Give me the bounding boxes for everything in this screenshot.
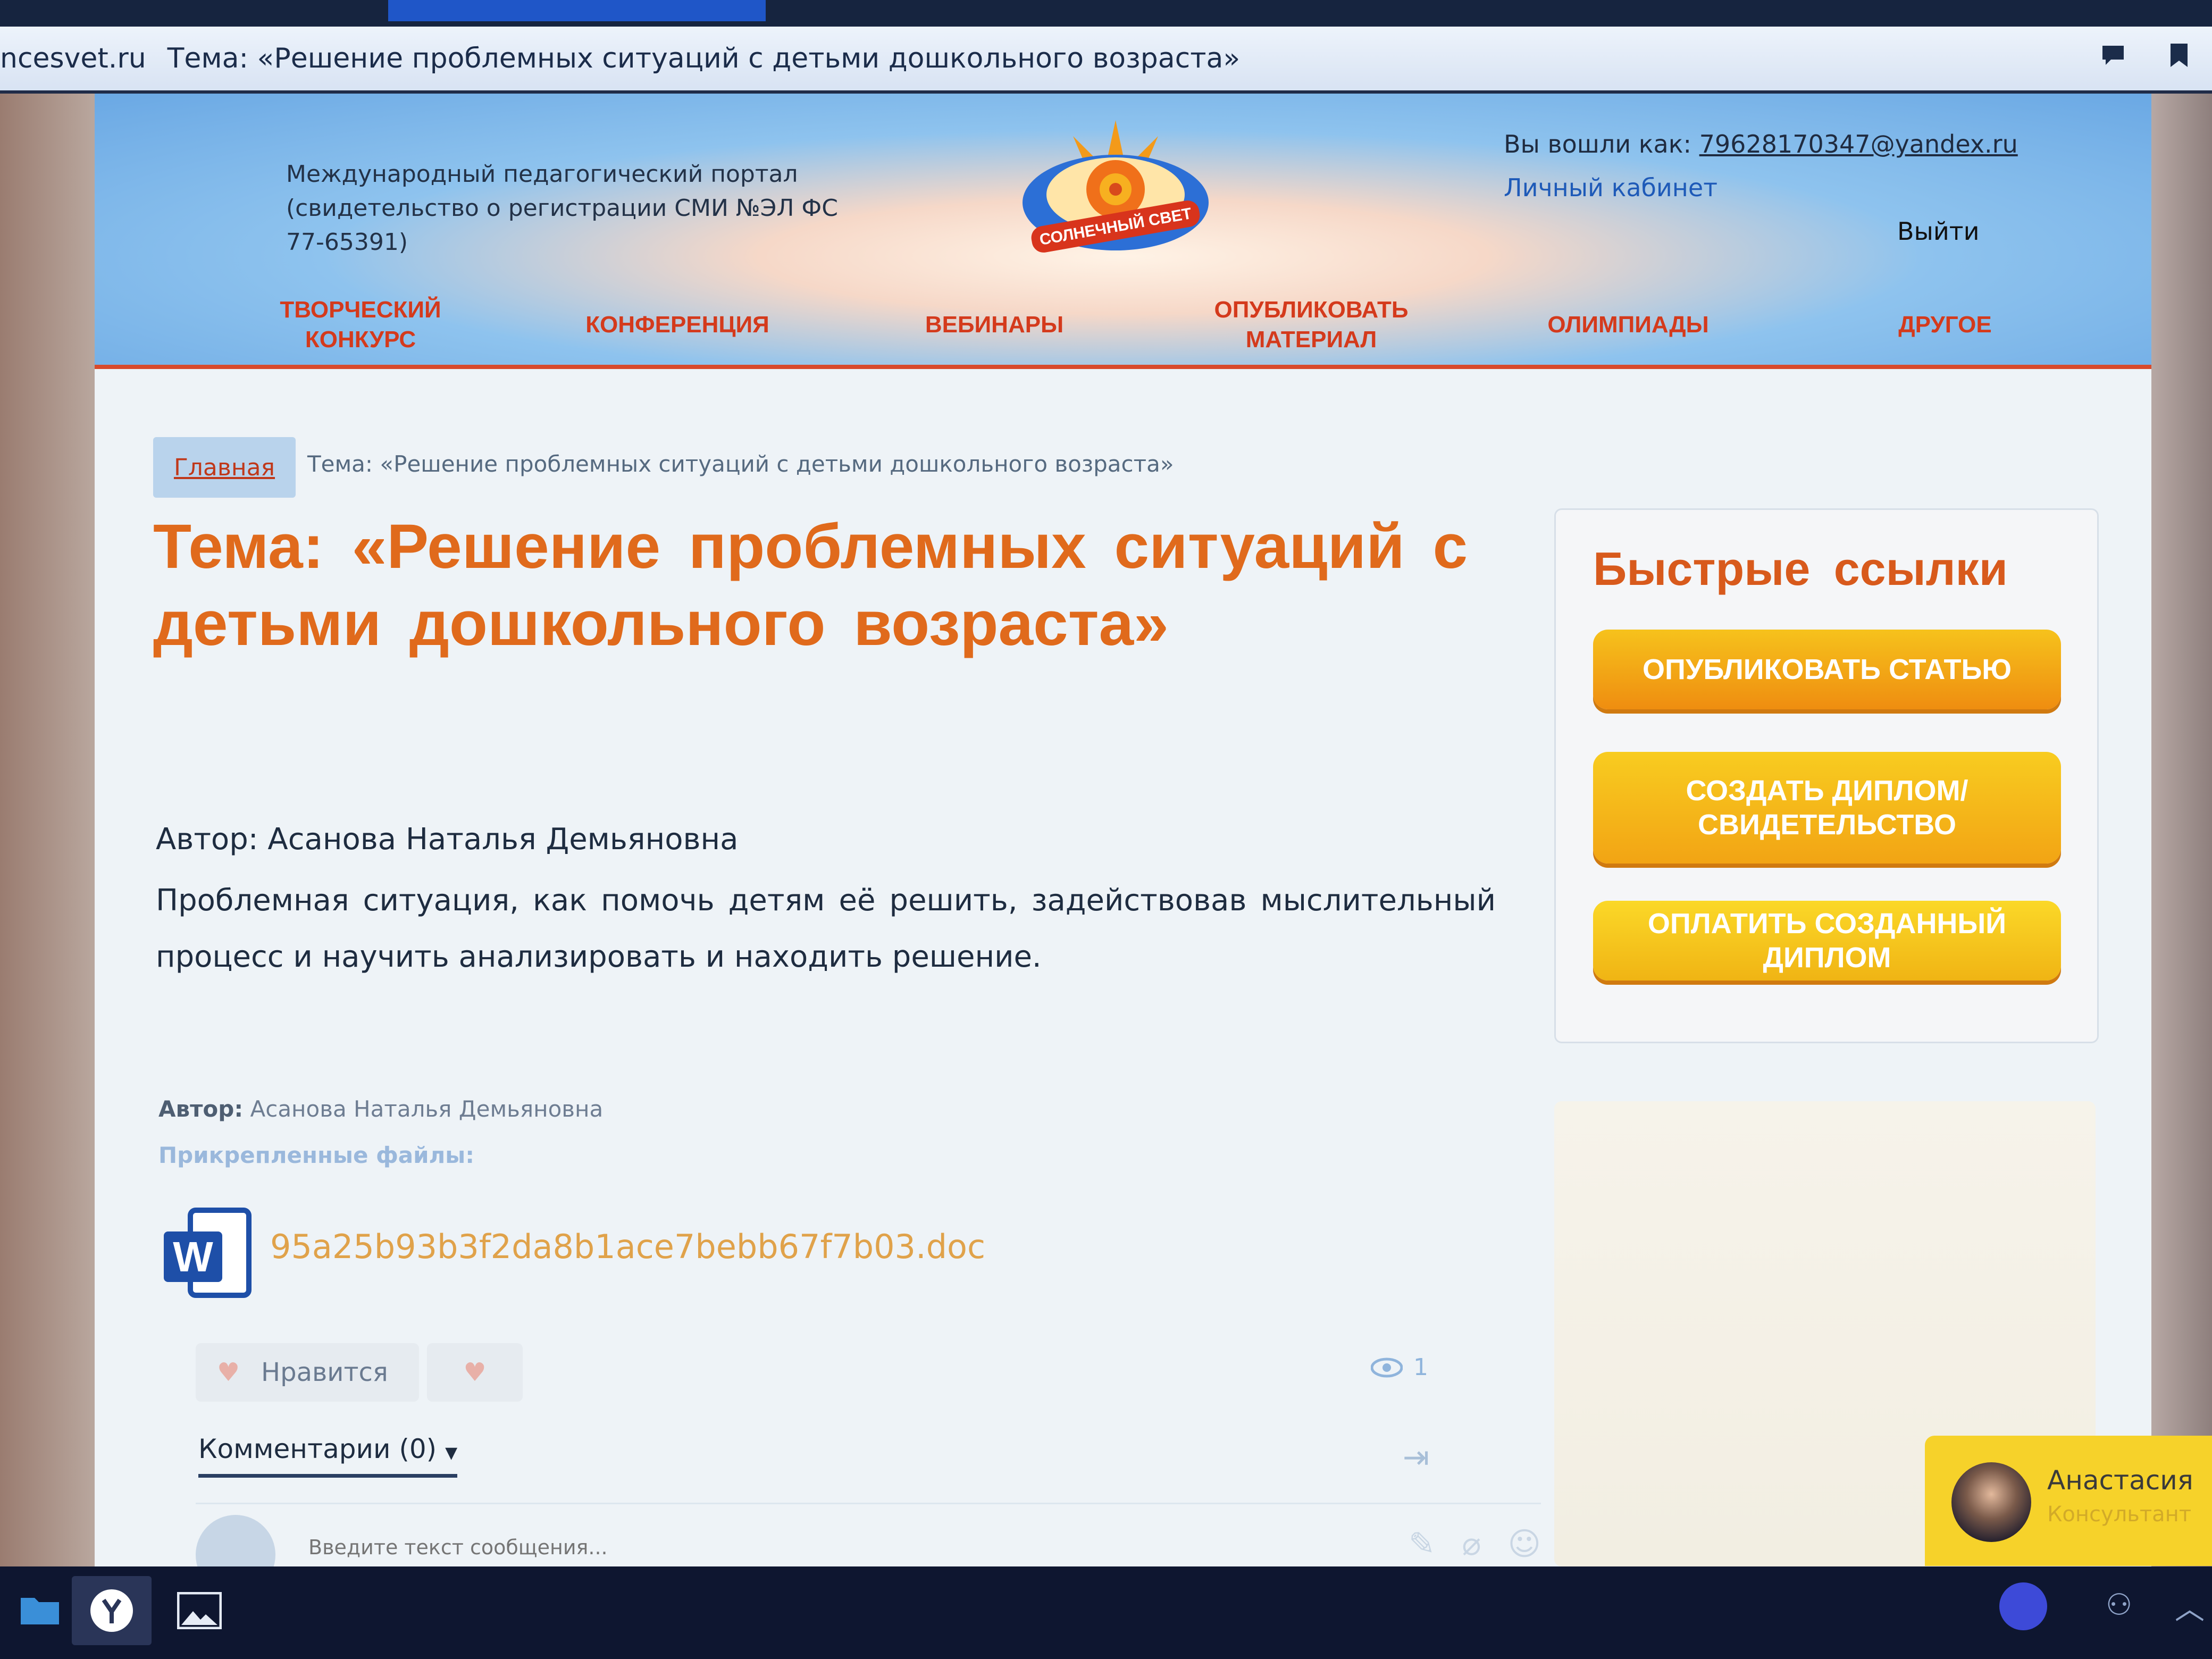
nav-publish-material[interactable]: ОПУБЛИКОВАТЬ МАТЕРИАЛ <box>1194 295 1428 355</box>
comment-input[interactable] <box>307 1535 1267 1560</box>
consultant-name: Анастасия <box>2047 1465 2193 1496</box>
nav-webinars[interactable]: ВЕБИНАРЫ <box>877 310 1111 340</box>
logout-link[interactable]: Выйти <box>1897 217 1979 246</box>
consultant-role: Консультант <box>2047 1502 2192 1527</box>
svg-text:W: W <box>173 1233 213 1280</box>
word-doc-icon[interactable]: W <box>158 1205 254 1301</box>
paperclip-icon[interactable]: ⌀ <box>1462 1526 1481 1563</box>
chevron-up-icon[interactable]: ︿ <box>2175 1585 2205 1628</box>
page-title: Тема: «Решение проблемных ситуаций с дет… <box>153 512 1468 659</box>
pencil-icon[interactable]: ✎ <box>1409 1526 1435 1563</box>
site-domain[interactable]: ncesvet.ru <box>0 43 146 74</box>
desktop-wallpaper-right <box>2151 94 2212 1566</box>
yandex-browser-icon[interactable] <box>72 1576 152 1645</box>
create-diploma-button[interactable]: СОЗДАТЬ ДИПЛОМ/ СВИДЕТЕЛЬСТВО <box>1593 752 2061 864</box>
bookmark-icon[interactable] <box>2167 43 2191 68</box>
like-button[interactable]: ♥ Нравится <box>196 1343 419 1402</box>
folder-icon[interactable] <box>0 1576 80 1645</box>
heart-icon: ♥ <box>463 1358 487 1387</box>
attached-files-label: Прикрепленные файлы: <box>158 1142 475 1168</box>
comments-tab-label: Комментарии (0) <box>198 1434 437 1464</box>
heart-icon: ♥ <box>217 1358 240 1387</box>
smile-icon[interactable]: ☺ <box>1507 1526 1541 1563</box>
like-label: Нравится <box>261 1358 388 1387</box>
site-logo[interactable]: СОЛНЕЧНЫЙ СВЕТ <box>1009 115 1222 258</box>
views-counter: 1 <box>1371 1354 1428 1381</box>
comment-composer: ✎ ⌀ ☺ <box>196 1503 1541 1566</box>
main-navigation: ТВОРЧЕСКИЙ КОНКУРС КОНФЕРЕНЦИЯ ВЕБИНАРЫ … <box>244 290 2062 359</box>
meta-author-name: Асанова Наталья Демьяновна <box>243 1096 604 1122</box>
web-page: Международный педагогический портал (сви… <box>95 94 2151 1566</box>
active-browser-tab[interactable] <box>388 0 766 21</box>
comment-icon[interactable] <box>2101 43 2125 68</box>
breadcrumb-current: Тема: «Решение проблемных ситуаций с дет… <box>307 451 1174 477</box>
quick-links-panel: Быстрые ссылки ОПУБЛИКОВАТЬ СТАТЬЮ СОЗДА… <box>1554 508 2099 1043</box>
views-count: 1 <box>1413 1354 1428 1381</box>
site-header: Международный педагогический портал (сви… <box>95 94 2151 369</box>
like-count-button[interactable]: ♥ <box>427 1343 523 1402</box>
meta-author: Автор: Асанова Наталья Демьяновна <box>158 1096 603 1122</box>
desktop-wallpaper-left <box>0 94 95 1566</box>
avatar <box>196 1515 275 1566</box>
article-body: Проблемная ситуация, как помочь детям её… <box>156 883 1496 974</box>
consultant-avatar <box>1951 1462 2031 1542</box>
mic-icon[interactable] <box>1999 1582 2047 1630</box>
portal-description: Международный педагогический портал (сви… <box>286 161 838 256</box>
login-label: Вы вошли как: <box>1504 130 1699 158</box>
meta-author-label: Автор: <box>158 1096 244 1122</box>
eye-icon <box>1371 1358 1403 1377</box>
nav-other[interactable]: ДРУГОЕ <box>1828 310 2062 340</box>
login-status: Вы вошли как: 79628170347@yandex.ru <box>1504 130 2018 158</box>
nav-creative-contest[interactable]: ТВОРЧЕСКИЙ КОНКУРС <box>244 295 477 355</box>
people-icon[interactable]: ⚇ <box>2106 1588 2132 1622</box>
nav-conference[interactable]: КОНФЕРЕНЦИЯ <box>560 310 794 340</box>
system-top-strip <box>0 0 2212 27</box>
pay-diploma-button[interactable]: ОПЛАТИТЬ СОЗДАННЫЙ ДИПЛОМ <box>1593 901 2061 981</box>
comments-tab[interactable]: Комментарии (0) ▼ <box>198 1434 458 1478</box>
personal-cabinet-link[interactable]: Личный кабинет <box>1504 173 1717 202</box>
comment-tools: ✎ ⌀ ☺ <box>1409 1526 1541 1563</box>
login-email-link[interactable]: 79628170347@yandex.ru <box>1699 130 2018 158</box>
breadcrumb-home[interactable]: Главная <box>153 437 296 498</box>
chevron-down-icon: ▼ <box>445 1444 458 1462</box>
article-author: Автор: Асанова Наталья Демьяновна <box>156 822 739 857</box>
chat-widget[interactable]: Анастасия Консультант <box>1925 1436 2212 1566</box>
login-icon[interactable]: ⇥ <box>1403 1439 1429 1476</box>
publish-article-button[interactable]: ОПУБЛИКОВАТЬ СТАТЬЮ <box>1593 630 2061 709</box>
taskbar: ⚇ ︿ <box>0 1566 2212 1659</box>
browser-address-bar[interactable]: ncesvet.ru Тема: «Решение проблемных сит… <box>0 27 2212 94</box>
nav-olympiads[interactable]: ОЛИМПИАДЫ <box>1511 310 1745 340</box>
photos-icon[interactable] <box>160 1576 239 1645</box>
page-tab-title: Тема: «Решение проблемных ситуаций с дет… <box>167 43 1241 74</box>
attached-file-link[interactable]: 95a25b93b3f2da8b1ace7bebb67f7b03.doc <box>270 1227 985 1266</box>
quick-links-title: Быстрые ссылки <box>1593 542 2008 595</box>
